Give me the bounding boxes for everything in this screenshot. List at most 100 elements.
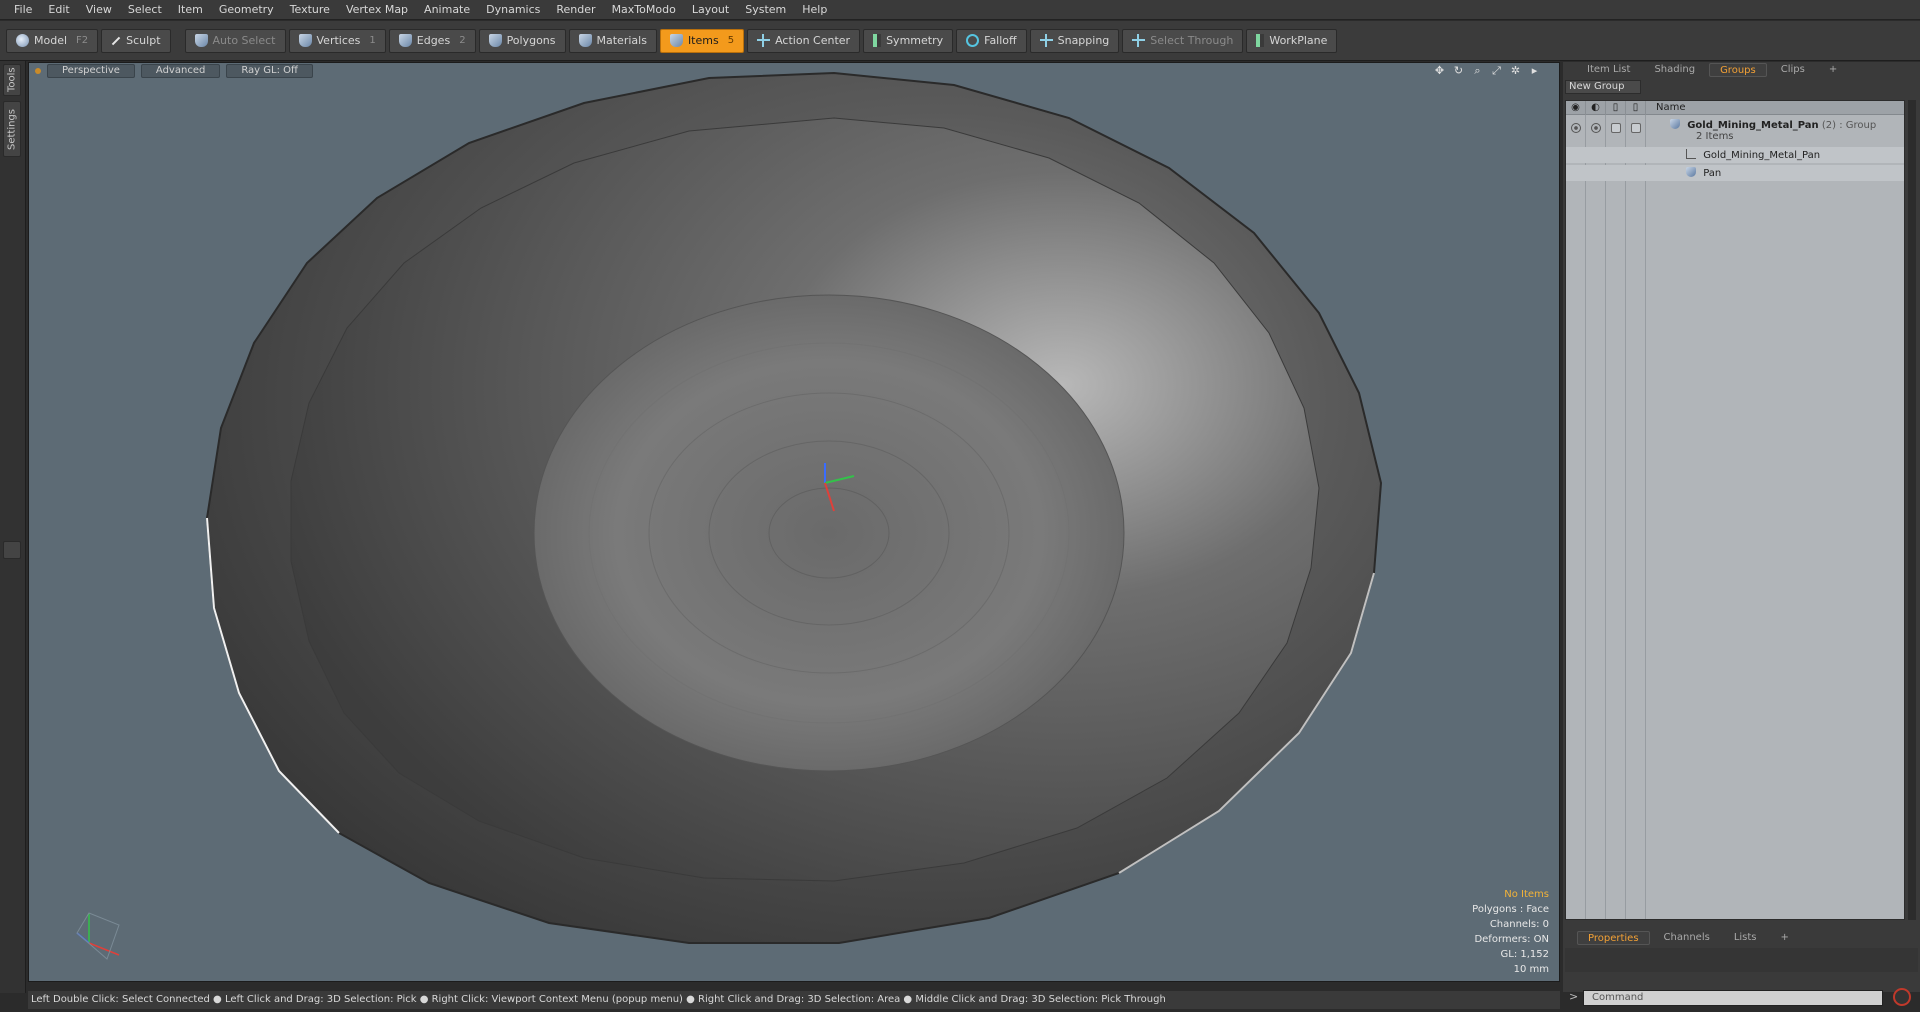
viewport-info-overlay: No Items Polygons : Face Channels: 0 Def…	[1472, 887, 1549, 977]
status-bar: Left Double Click: Select Connected ● Le…	[28, 991, 1560, 1009]
polygons-info: Polygons : Face	[1472, 904, 1549, 915]
axis-indicator-icon	[76, 912, 120, 960]
select-through-button[interactable]: Select Through	[1122, 28, 1244, 53]
select-column-icon[interactable]: ▯	[1626, 101, 1646, 115]
menu-layout[interactable]: Layout	[684, 0, 737, 20]
3d-viewport[interactable]: Perspective Advanced Ray GL: Off ✥ ↻ ⌕ ⤢…	[28, 62, 1560, 982]
tree-row-locator[interactable]: Gold_Mining_Metal_Pan	[1566, 147, 1904, 163]
menu-texture[interactable]: Texture	[282, 0, 338, 20]
render-toggle-icon[interactable]	[1591, 123, 1601, 133]
group-icon	[1670, 119, 1680, 129]
group-row[interactable]: Gold_Mining_Metal_Pan (2) : Group 2 Item…	[1566, 117, 1904, 143]
lock-column-icon[interactable]: ▯	[1606, 101, 1626, 115]
tab-clips[interactable]: Clips	[1771, 63, 1815, 77]
name-column-header[interactable]: Name	[1646, 102, 1686, 113]
menu-dynamics[interactable]: Dynamics	[478, 0, 548, 20]
tools-tab[interactable]: Tools	[3, 64, 21, 96]
menu-maxtomodo[interactable]: MaxToModo	[604, 0, 684, 20]
group-name: Gold_Mining_Metal_Pan	[1687, 120, 1819, 131]
menu-geometry[interactable]: Geometry	[211, 0, 282, 20]
falloff-button[interactable]: Falloff	[956, 28, 1027, 53]
model-hotkey: F2	[76, 35, 89, 46]
tab-groups[interactable]: Groups	[1709, 63, 1767, 77]
menu-item[interactable]: Item	[170, 0, 211, 20]
materials-icon	[578, 34, 592, 47]
menu-help[interactable]: Help	[794, 0, 835, 20]
action-center-button[interactable]: Action Center	[747, 28, 861, 53]
edges-label: Edges	[416, 34, 451, 47]
settings-tab[interactable]: Settings	[3, 101, 21, 157]
menu-bar: File Edit View Select Item Geometry Text…	[0, 0, 1920, 20]
model-mode-button[interactable]: Model F2	[6, 28, 99, 53]
menu-view[interactable]: View	[78, 0, 120, 20]
lock-toggle-icon[interactable]	[1611, 123, 1621, 133]
channels-info: Channels: 0	[1489, 919, 1549, 930]
new-group-button[interactable]: New Group	[1565, 80, 1641, 94]
model-icon	[16, 34, 29, 47]
rotate-view-icon[interactable]: ↻	[1452, 64, 1465, 77]
menu-edit[interactable]: Edit	[40, 0, 77, 20]
viewport-menu-dot-icon[interactable]	[35, 68, 41, 74]
vertices-hotkey: 1	[369, 35, 376, 46]
scale-info: 10 mm	[1513, 964, 1549, 975]
select-toggle-icon[interactable]	[1631, 123, 1641, 133]
workplane-icon	[1256, 34, 1265, 47]
sculpt-mode-button[interactable]: Sculpt	[101, 28, 171, 53]
command-input[interactable]: Command	[1583, 990, 1883, 1006]
pan-floor	[533, 294, 1125, 772]
auto-select-button[interactable]: Auto Select	[184, 28, 286, 53]
viewport-expand-arrow-icon[interactable]: ▸	[1528, 64, 1541, 77]
view-type-button[interactable]: Perspective	[47, 64, 135, 78]
tab-channels[interactable]: Channels	[1654, 931, 1720, 945]
vertices-label: Vertices	[316, 34, 361, 47]
edges-icon	[398, 34, 412, 47]
menu-render[interactable]: Render	[548, 0, 603, 20]
tab-lists[interactable]: Lists	[1724, 931, 1767, 945]
menu-animate[interactable]: Animate	[416, 0, 478, 20]
add-properties-tab-button[interactable]: +	[1771, 931, 1799, 945]
visibility-column-icon[interactable]: ◉	[1566, 101, 1586, 115]
add-tab-button[interactable]: +	[1819, 63, 1847, 77]
snapping-icon	[1039, 34, 1053, 47]
polygons-button[interactable]: Polygons	[478, 28, 566, 53]
snapping-button[interactable]: Snapping	[1029, 28, 1120, 53]
command-history-button[interactable]	[1893, 988, 1911, 1006]
symmetry-button[interactable]: Symmetry	[863, 28, 954, 53]
symmetry-label: Symmetry	[886, 34, 944, 47]
pan-view-icon[interactable]: ✥	[1433, 64, 1446, 77]
tab-properties[interactable]: Properties	[1577, 931, 1650, 945]
falloff-icon	[966, 34, 980, 47]
materials-label: Materials	[596, 34, 647, 47]
group-items-count: 2 Items	[1696, 131, 1734, 142]
tab-item-list[interactable]: Item List	[1577, 63, 1640, 77]
auto-select-icon	[194, 34, 208, 47]
tree-row-mesh[interactable]: Pan	[1566, 165, 1904, 181]
right-panel: Item List Shading Groups Clips + New Gro…	[1563, 62, 1920, 1006]
menu-select[interactable]: Select	[120, 0, 170, 20]
viewport-header: Perspective Advanced Ray GL: Off	[29, 63, 1559, 79]
edges-button[interactable]: Edges 2	[388, 28, 476, 53]
tab-shading[interactable]: Shading	[1644, 63, 1705, 77]
menu-vertex-map[interactable]: Vertex Map	[338, 0, 416, 20]
menu-file[interactable]: File	[6, 0, 40, 20]
zoom-view-icon[interactable]: ⌕	[1471, 64, 1484, 77]
maximize-view-icon[interactable]: ⤢	[1490, 64, 1503, 77]
select-through-icon	[1132, 34, 1146, 47]
groups-scrollbar[interactable]	[1908, 100, 1916, 920]
properties-tabs: Properties Channels Lists +	[1563, 930, 1920, 946]
eye-icon[interactable]	[1571, 123, 1581, 133]
items-button[interactable]: Items 5	[659, 28, 745, 53]
shading-style-button[interactable]: Advanced	[140, 64, 221, 78]
group-type: : Group	[1839, 120, 1877, 131]
viewport-settings-icon[interactable]: ✲	[1509, 64, 1522, 77]
raygl-button[interactable]: Ray GL: Off	[226, 64, 313, 78]
menu-system[interactable]: System	[737, 0, 794, 20]
child-locator-name: Gold_Mining_Metal_Pan	[1703, 150, 1821, 161]
materials-button[interactable]: Materials	[568, 28, 657, 53]
gold-pan-model[interactable]	[29, 63, 1560, 982]
viewport-nav-tools: ✥ ↻ ⌕ ⤢ ✲ ▸	[1433, 64, 1541, 77]
render-column-icon[interactable]: ◐	[1586, 101, 1606, 115]
workplane-button[interactable]: WorkPlane	[1246, 28, 1338, 53]
panel-toggle-button[interactable]	[3, 541, 21, 559]
vertices-button[interactable]: Vertices 1	[288, 28, 386, 53]
